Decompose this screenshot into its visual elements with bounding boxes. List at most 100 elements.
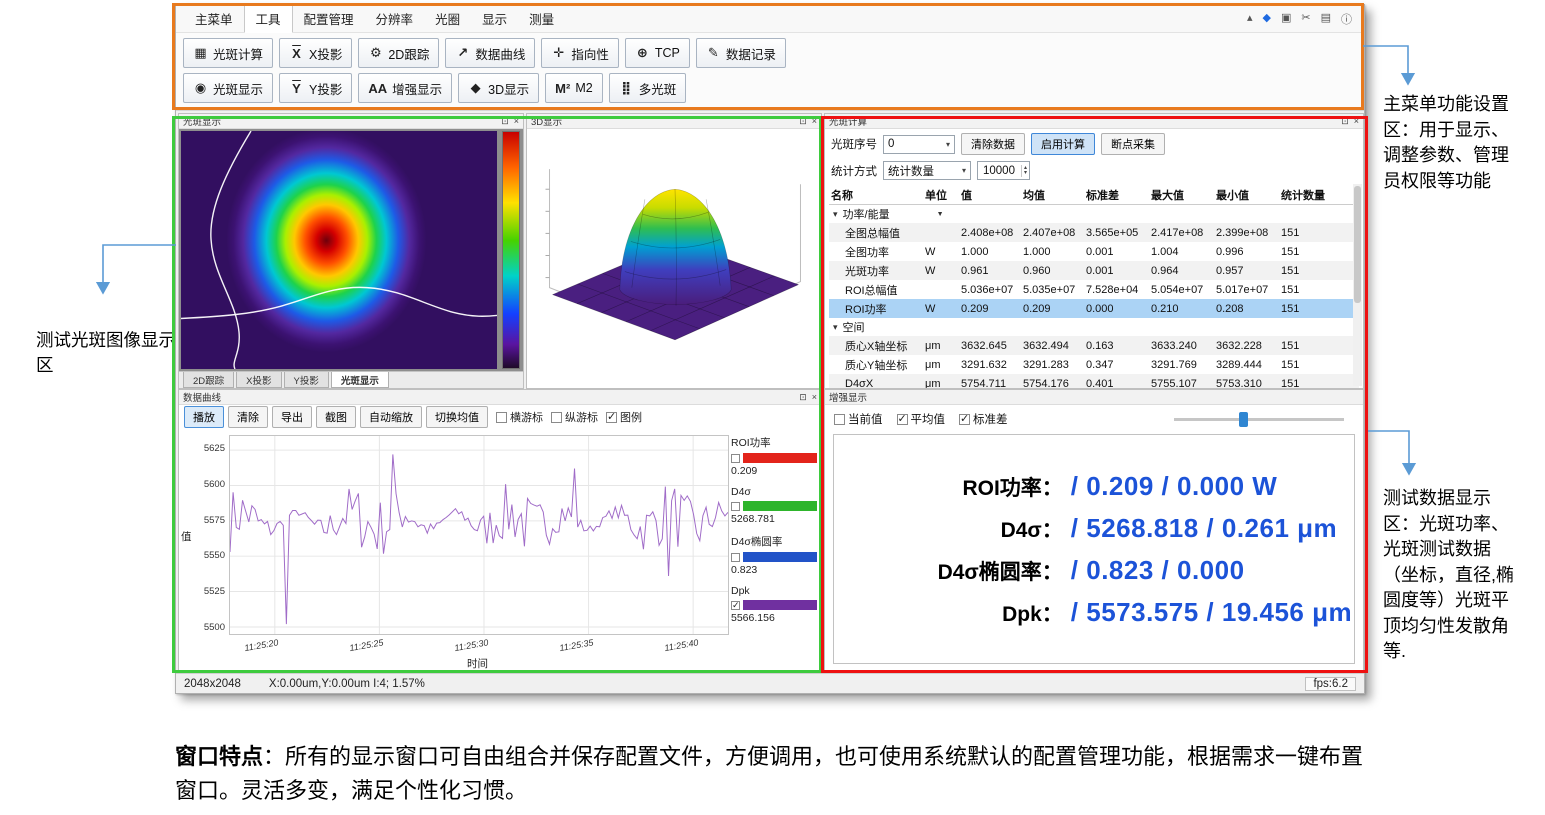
window-icon[interactable]: ▤ bbox=[1321, 11, 1331, 27]
lock-icon[interactable]: ▣ bbox=[1281, 11, 1291, 27]
legend-series-checkbox[interactable] bbox=[731, 502, 740, 511]
col-header[interactable]: 最小值 bbox=[1214, 187, 1279, 203]
float-icon[interactable]: ⊡ bbox=[799, 392, 807, 403]
tool-x-projection-button[interactable]: X X投影 bbox=[279, 38, 352, 68]
stat-count-value: 10000 bbox=[983, 165, 1015, 177]
menu-tab-tools[interactable]: 工具 bbox=[244, 4, 293, 33]
pin-icon[interactable]: ◆ bbox=[1263, 11, 1271, 27]
table-row-centroid-y[interactable]: 质心Y轴坐标μm3291.6323291.2830.3473291.769328… bbox=[829, 355, 1359, 374]
slider-handle[interactable] bbox=[1239, 412, 1248, 427]
gear-icon: ⚙ bbox=[368, 45, 383, 61]
crosshair-arrows-icon: ✛ bbox=[551, 45, 566, 61]
mean-value-checkbox[interactable] bbox=[897, 414, 908, 425]
clear-button[interactable]: 清除 bbox=[228, 406, 268, 428]
check-label: 横游标 bbox=[510, 409, 543, 425]
curve-plot[interactable] bbox=[229, 435, 729, 635]
beam-image-area[interactable] bbox=[179, 129, 523, 371]
table-row-full-power[interactable]: 全图功率W1.0001.0000.0011.0040.996151 bbox=[829, 242, 1359, 261]
col-header[interactable]: 最大值 bbox=[1149, 187, 1214, 203]
tab-spot-display[interactable]: 光斑显示 bbox=[331, 372, 389, 388]
table-row-full-amplitude[interactable]: 全图总幅值2.408e+082.407e+083.565e+052.417e+0… bbox=[829, 223, 1359, 242]
legend-series-checkbox[interactable] bbox=[731, 553, 740, 562]
tool-data-record-button[interactable]: ✎ 数据记录 bbox=[696, 38, 786, 68]
chevron-down-icon[interactable]: ▾ bbox=[833, 209, 838, 220]
tool-pointing-button[interactable]: ✛ 指向性 bbox=[541, 38, 619, 68]
tool-m2-button[interactable]: M² M2 bbox=[545, 73, 603, 103]
menu-tab-config-manage[interactable]: 配置管理 bbox=[293, 5, 365, 32]
tool-enhanced-display-button[interactable]: AA 增强显示 bbox=[358, 73, 452, 103]
readout-box: ROI功率： / 0.209 / 0.000 W D4σ： / 5268.818… bbox=[833, 434, 1355, 664]
table-row-roi-power[interactable]: ROI功率W0.2090.2090.0000.2100.208151 bbox=[829, 299, 1359, 318]
menu-tab-aperture[interactable]: 光圈 bbox=[424, 5, 471, 32]
tab-y-projection[interactable]: Y投影 bbox=[284, 372, 329, 388]
tab-2d-tracking[interactable]: 2D跟踪 bbox=[183, 372, 234, 388]
current-value-checkbox-label: 当前值 bbox=[834, 411, 883, 427]
chevron-down-icon[interactable]: ▾ bbox=[833, 322, 838, 333]
scissors-icon[interactable]: ✂ bbox=[1301, 11, 1310, 27]
spot-index-select[interactable]: 0 ▾ bbox=[883, 135, 955, 154]
toggle-mean-button[interactable]: 切换均值 bbox=[426, 406, 488, 428]
menu-tab-resolution[interactable]: 分辨率 bbox=[365, 5, 425, 32]
h-cursor-checkbox[interactable] bbox=[496, 412, 507, 423]
legend-entry-roi-power: ROI功率 0.209 bbox=[731, 435, 817, 477]
tool-data-curve-button[interactable]: ↗ 数据曲线 bbox=[445, 38, 535, 68]
menu-tab-main-menu[interactable]: 主菜单 bbox=[184, 5, 244, 32]
tool-spot-calc-button[interactable]: ▦ 光斑计算 bbox=[183, 38, 273, 68]
table-row-spot-power[interactable]: 光斑功率W0.9610.9600.0010.9640.957151 bbox=[829, 261, 1359, 280]
tool-y-projection-button[interactable]: Y Y投影 bbox=[279, 73, 352, 103]
close-icon[interactable]: × bbox=[514, 116, 519, 127]
play-button[interactable]: 播放 bbox=[184, 406, 224, 428]
collapse-icon[interactable]: ▴ bbox=[1247, 11, 1253, 27]
tab-x-projection[interactable]: X投影 bbox=[236, 372, 281, 388]
tool-3d-display-button[interactable]: ◆ 3D显示 bbox=[458, 73, 539, 103]
enable-calc-button[interactable]: 启用计算 bbox=[1031, 133, 1095, 155]
info-icon[interactable]: ⓘ bbox=[1341, 11, 1352, 27]
tool-2d-tracking-button[interactable]: ⚙ 2D跟踪 bbox=[358, 38, 439, 68]
tool-multi-spot-button[interactable]: ⣿ 多光斑 bbox=[609, 73, 687, 103]
tool-spot-display-button[interactable]: ◉ 光斑显示 bbox=[183, 73, 273, 103]
menu-tab-measure[interactable]: 测量 bbox=[518, 5, 565, 32]
float-icon[interactable]: ⊡ bbox=[799, 116, 807, 127]
beam-2d-image[interactable] bbox=[181, 131, 497, 369]
screenshot-button[interactable]: 截图 bbox=[316, 406, 356, 428]
filter-caret-icon[interactable]: ▼ bbox=[937, 211, 944, 218]
tool-tcp-button[interactable]: ⊕ TCP bbox=[625, 38, 690, 68]
clear-data-button[interactable]: 清除数据 bbox=[961, 133, 1025, 155]
col-header[interactable]: 名称 bbox=[829, 187, 923, 203]
breakpoint-capture-button[interactable]: 断点采集 bbox=[1101, 133, 1165, 155]
table-scrollbar[interactable] bbox=[1353, 184, 1362, 386]
curve-legend: ROI功率 0.209 D4σ 5268.781 D4σ椭圆率 bbox=[731, 435, 817, 633]
col-header[interactable]: 统计数量 bbox=[1279, 187, 1333, 203]
table-row-roi-amplitude[interactable]: ROI总幅值5.036e+075.035e+077.528e+045.054e+… bbox=[829, 280, 1359, 299]
close-icon[interactable]: × bbox=[812, 116, 817, 127]
col-header[interactable]: 标准差 bbox=[1084, 187, 1149, 203]
surface-3d-plot[interactable] bbox=[527, 129, 821, 388]
col-header[interactable]: 值 bbox=[959, 187, 1021, 203]
stat-mode-select[interactable]: 统计数量 ▾ bbox=[883, 161, 971, 180]
close-icon[interactable]: × bbox=[812, 392, 817, 403]
legend-checkbox[interactable] bbox=[606, 412, 617, 423]
panel-title: 光斑显示 bbox=[183, 114, 221, 128]
scrollbar-thumb[interactable] bbox=[1354, 186, 1361, 303]
auto-scale-button[interactable]: 自动缩放 bbox=[360, 406, 422, 428]
font-size-slider[interactable] bbox=[1174, 418, 1344, 421]
menu-tab-display[interactable]: 显示 bbox=[471, 5, 518, 32]
export-button[interactable]: 导出 bbox=[272, 406, 312, 428]
current-value-checkbox[interactable] bbox=[834, 414, 845, 425]
table-group-power-energy[interactable]: ▾ 功率/能量 ▼ bbox=[829, 205, 1359, 223]
table-row-centroid-x[interactable]: 质心X轴坐标μm3632.6453632.4940.1633633.240363… bbox=[829, 336, 1359, 355]
stat-count-spinner[interactable]: 10000 ▴ ▾ bbox=[977, 161, 1030, 180]
table-group-spatial[interactable]: ▾ 空间 bbox=[829, 318, 1359, 336]
float-icon[interactable]: ⊡ bbox=[1341, 116, 1349, 127]
window-control-icons: ▴ ◆ ▣ ✂ ▤ ⓘ bbox=[1247, 11, 1364, 27]
legend-series-checkbox[interactable] bbox=[731, 454, 740, 463]
col-header[interactable]: 单位 bbox=[923, 187, 959, 203]
col-header[interactable]: 均值 bbox=[1021, 187, 1084, 203]
legend-series-checkbox[interactable] bbox=[731, 601, 740, 610]
stddev-checkbox[interactable] bbox=[959, 414, 970, 425]
close-icon[interactable]: × bbox=[1354, 116, 1359, 127]
spin-down-icon[interactable]: ▾ bbox=[1024, 171, 1027, 176]
float-icon[interactable]: ⊡ bbox=[501, 116, 509, 127]
v-cursor-checkbox[interactable] bbox=[551, 412, 562, 423]
table-row-d4sigma-x[interactable]: D4σXμm5754.7115754.1760.4015755.1075753.… bbox=[829, 374, 1359, 388]
